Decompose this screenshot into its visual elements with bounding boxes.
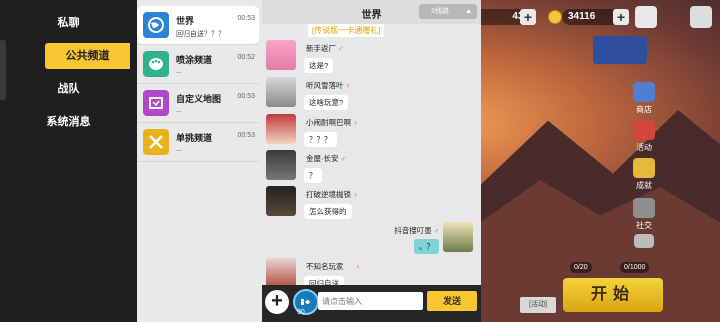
tab-system-messages[interactable]: 系统消息 (0, 109, 137, 135)
channel-time: 00:52 (237, 54, 255, 61)
swords-icon (143, 129, 169, 155)
channel-name: 世界 (176, 16, 195, 26)
map-icon (143, 90, 169, 116)
menu-label: 商店 (636, 105, 652, 114)
chevron-up-icon: ▲ (465, 8, 472, 15)
gift-message: [传说版一卡通赠礼] (308, 24, 385, 37)
username: 打破逆境枷锁 ♀ (306, 190, 359, 199)
message-bubble: 这是? (304, 58, 334, 73)
channel-last-message: ... (176, 68, 182, 75)
activity-icon (633, 120, 655, 140)
microphone-icon (301, 299, 310, 305)
message-bubble: 。？ (414, 239, 439, 254)
trophy-icon (633, 158, 655, 178)
chat-sidebar: 私聊 公共频道 战队 系统消息 (0, 0, 137, 322)
username: 金屋·长安 ♂ (306, 154, 346, 163)
channel-name: 喷涂频道 (176, 55, 213, 65)
menu-label: 社交 (636, 221, 652, 230)
channel-name: 自定义地图 (176, 94, 222, 104)
avatar[interactable] (266, 40, 296, 70)
username: 小闹耐啊巴啊 ♀ (306, 118, 359, 127)
activity-menu-item[interactable]: 活动 (628, 120, 660, 153)
male-icon: ♂ (340, 156, 346, 163)
grid-menu-icon[interactable] (635, 6, 657, 28)
tab-public-channel[interactable]: 公共频道 (45, 43, 130, 69)
message-bubble: ？？？ (304, 132, 337, 147)
line-select-value: 2线路 (431, 8, 449, 15)
channel-duel[interactable]: 单挑频道 00:53 ... (137, 123, 259, 161)
divider (137, 161, 259, 162)
voice-count: 90 (297, 309, 305, 316)
coin-value: 34116 (568, 11, 596, 22)
globe-icon (143, 12, 169, 38)
message-bubble: 这啥玩意? (304, 95, 349, 110)
palette-icon (143, 51, 169, 77)
progress-counter: 0/1000 (620, 262, 650, 273)
progress-counter: 0/20 (570, 262, 592, 273)
screen-icon[interactable] (634, 234, 654, 248)
username: 不知名玩家 ♀ (306, 262, 361, 271)
shop-menu-item[interactable]: 商店 (628, 82, 660, 115)
shop-icon (633, 82, 655, 102)
channel-time: 00:53 (237, 93, 255, 100)
rank-badge (593, 36, 647, 64)
female-icon: ♀ (353, 120, 359, 127)
chat-header: 世界 2线路 ▲ (262, 0, 481, 24)
avatar-button[interactable] (690, 6, 712, 28)
activity-tag[interactable]: [活动] (520, 297, 556, 313)
male-icon: ♂ (433, 228, 439, 235)
channel-last-message: 回归自送？？？ (176, 31, 225, 38)
avatar[interactable] (266, 258, 296, 288)
message-bubble: 怎么获得的 (304, 204, 352, 219)
chat-input[interactable] (318, 292, 423, 310)
female-icon: ♀ (345, 83, 351, 90)
channel-name: 单挑频道 (176, 133, 213, 143)
channel-custom-map[interactable]: 自定义地图 00:53 ... (137, 84, 259, 122)
message-bubble: ？ (304, 168, 322, 183)
menu-label: 成就 (636, 181, 652, 190)
self-avatar[interactable] (443, 222, 473, 252)
achievement-menu-item[interactable]: 成就 (628, 158, 660, 191)
channel-last-message: ... (176, 146, 182, 153)
channel-last-message: ... (176, 107, 182, 114)
add-coin-button[interactable]: + (613, 9, 629, 25)
social-menu-item[interactable]: 社交 (628, 198, 660, 231)
username: 抖音搜叮墨 ♂ (394, 226, 439, 235)
progress-value: 0/20 (574, 264, 588, 271)
tab-private-chat[interactable]: 私聊 (0, 10, 137, 36)
avatar[interactable] (266, 114, 296, 144)
coin-counter: 34116 (562, 9, 620, 25)
username: 听风雪落叶 ♀ (306, 81, 351, 90)
female-icon: ♀ (353, 192, 359, 199)
channel-list: 世界 00:53 回归自送？？？ 喷涂频道 00:52 ... 自定义地图 00… (137, 0, 262, 322)
line-select[interactable]: 2线路 ▲ (419, 4, 477, 19)
tab-team[interactable]: 战队 (0, 76, 137, 102)
send-button[interactable]: 发送 (427, 291, 477, 311)
username: 新手返厂 ♂ (306, 44, 344, 53)
male-icon: ♂ (338, 46, 344, 53)
channel-time: 00:53 (237, 132, 255, 139)
social-icon (633, 198, 655, 218)
avatar[interactable] (266, 77, 296, 107)
channel-spray[interactable]: 喷涂频道 00:52 ... (137, 45, 259, 83)
chat-input-bar: + 90 发送 (262, 285, 481, 322)
avatar[interactable] (266, 150, 296, 180)
menu-label: 活动 (636, 143, 652, 152)
start-button[interactable]: 开始 (563, 278, 663, 312)
channel-time: 00:53 (237, 15, 255, 22)
female-icon: ♀ (355, 264, 361, 271)
progress-value: 0/1000 (624, 264, 646, 271)
coin-icon (548, 10, 562, 24)
chat-panel: 世界 2线路 ▲ [传说版一卡通赠礼] 新手返厂 ♂ 这是? 听风雪落叶 ♀ 这啥玩… (262, 0, 481, 322)
channel-world[interactable]: 世界 00:53 回归自送？？？ (137, 6, 259, 44)
add-resource-button[interactable]: + (520, 9, 536, 25)
plus-icon[interactable]: + (265, 290, 289, 314)
avatar[interactable] (266, 186, 296, 216)
